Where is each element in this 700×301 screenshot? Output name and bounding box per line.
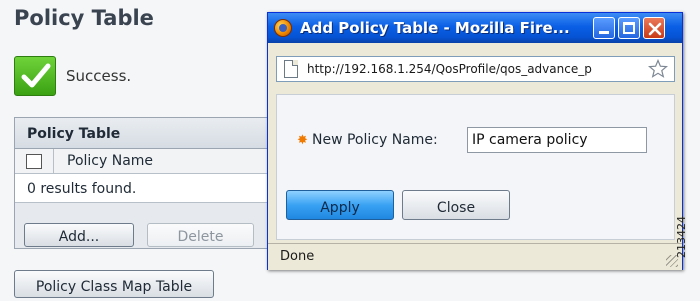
select-all-checkbox[interactable] — [26, 154, 42, 169]
maximize-icon — [623, 22, 635, 34]
minimize-icon — [599, 31, 609, 34]
policy-table-title: Policy Table — [27, 126, 121, 142]
new-policy-name-input[interactable] — [467, 127, 647, 153]
apply-button[interactable]: Apply — [286, 190, 394, 220]
window-titlebar[interactable]: Add Policy Table - Mozilla Fire... — [268, 13, 682, 43]
firefox-icon — [274, 19, 292, 37]
new-policy-name-label: New Policy Name: — [312, 132, 438, 148]
required-field-icon: ✸ — [297, 133, 308, 148]
close-icon — [648, 22, 662, 36]
checkmark-icon — [14, 56, 56, 96]
status-text: Done — [280, 249, 315, 264]
page-icon — [284, 60, 298, 78]
success-message: Success. — [66, 67, 132, 85]
delete-button[interactable]: Delete — [147, 223, 254, 247]
star-icon[interactable] — [648, 59, 668, 79]
column-header-row: Policy Name — [15, 149, 271, 174]
minimize-button[interactable] — [593, 17, 615, 39]
page-title: Policy Table — [14, 6, 154, 30]
window-title: Add Policy Table - Mozilla Fire... — [300, 19, 570, 37]
close-window-button[interactable] — [643, 17, 665, 39]
policy-class-map-table-button[interactable]: Policy Class Map Table — [14, 270, 214, 298]
status-bar: Done — [268, 243, 682, 270]
maximize-button[interactable] — [618, 17, 640, 39]
add-button[interactable]: Add... — [24, 223, 134, 247]
results-count: 0 results found. — [27, 181, 137, 197]
url-bar[interactable]: http://192.168.1.254/QosProfile/qos_adva… — [276, 56, 675, 82]
popup-content: ✸ New Policy Name: Apply Close — [276, 94, 675, 240]
url-text[interactable]: http://192.168.1.254/QosProfile/qos_adva… — [307, 62, 641, 76]
column-header-policy-name[interactable]: Policy Name — [67, 153, 153, 169]
column-divider — [53, 149, 54, 174]
add-policy-popup-window: Add Policy Table - Mozilla Fire... http:… — [267, 12, 683, 270]
close-button[interactable]: Close — [402, 190, 510, 220]
policy-table-header: Policy Table — [15, 118, 271, 149]
figure-id: 213424 — [675, 216, 688, 258]
